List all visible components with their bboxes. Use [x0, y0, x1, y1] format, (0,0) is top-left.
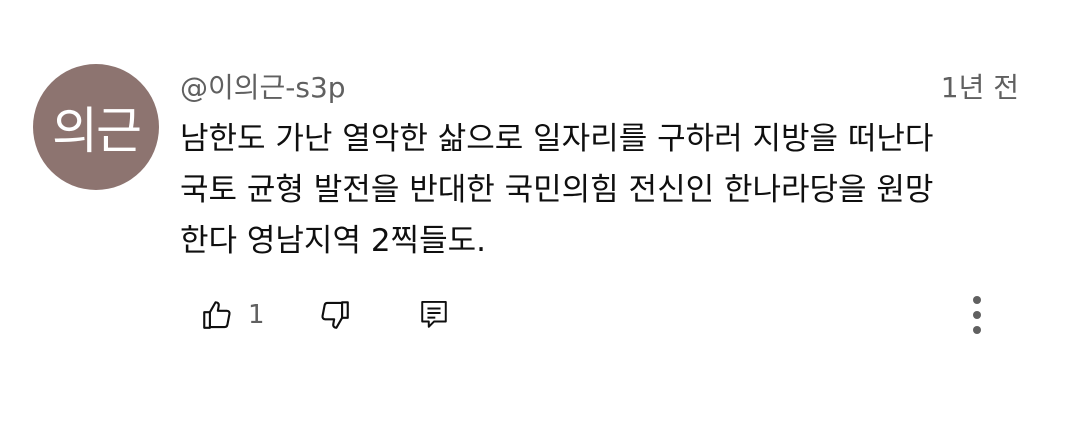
- comment-actions: 1: [0, 290, 1079, 340]
- comment-text: 남한도 가난 열악한 삶으로 일자리를 구하러 지방을 떠난다 국토 균형 발전…: [180, 114, 1040, 267]
- reply-button[interactable]: [418, 298, 450, 332]
- reply-comment-icon: [418, 298, 450, 332]
- author-handle[interactable]: @이의근-s3p: [180, 66, 346, 106]
- thumbs-down-icon: [318, 298, 352, 332]
- comment-text-line: 남한도 가난 열악한 삶으로 일자리를 구하러 지방을 떠난다: [180, 121, 934, 157]
- like-button[interactable]: 1: [200, 298, 265, 332]
- dislike-button[interactable]: [318, 298, 352, 332]
- comment-timestamp[interactable]: 1년 전: [941, 66, 1019, 106]
- comment-text-line: 한다 영남지역 2찍들도.: [180, 223, 486, 259]
- avatar[interactable]: 의근: [33, 64, 159, 190]
- more-options-button[interactable]: [962, 292, 992, 338]
- like-count: 1: [248, 300, 265, 330]
- thumbs-up-icon: [200, 298, 234, 332]
- comment-text-line: 국토 균형 발전을 반대한 국민의힘 전신인 한나라당을 원망: [180, 172, 934, 208]
- more-vertical-icon: [962, 292, 992, 338]
- avatar-text: 의근: [52, 102, 142, 160]
